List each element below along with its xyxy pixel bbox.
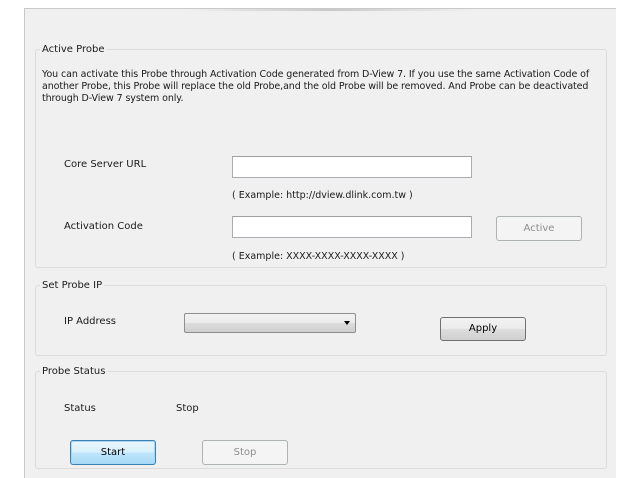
active-button[interactable]: Active xyxy=(496,216,582,241)
status-value: Stop xyxy=(176,403,199,414)
active-probe-description: You can activate this Probe through Acti… xyxy=(42,69,590,104)
ip-address-dropdown[interactable] xyxy=(184,313,356,333)
set-probe-ip-group: Set Probe IP IP Address Apply xyxy=(35,279,607,356)
apply-button[interactable]: Apply xyxy=(440,317,526,341)
active-probe-title: Active Probe xyxy=(40,43,107,56)
set-probe-ip-title: Set Probe IP xyxy=(40,279,105,292)
activation-code-example: ( Example: XXXX-XXXX-XXXX-XXXX ) xyxy=(232,251,405,262)
top-edge-shadow xyxy=(185,9,475,11)
active-probe-group: Active Probe You can activate this Probe… xyxy=(35,43,607,268)
core-server-url-label: Core Server URL xyxy=(64,159,147,170)
activation-code-input[interactable] xyxy=(232,216,472,238)
status-label: Status xyxy=(64,403,96,414)
probe-status-title: Probe Status xyxy=(40,365,108,378)
probe-status-group: Probe Status Status Stop Start Stop xyxy=(35,365,607,469)
core-server-url-example: ( Example: http://dview.dlink.com.tw ) xyxy=(232,190,413,201)
probe-settings-panel: Active Probe You can activate this Probe… xyxy=(24,8,616,478)
core-server-url-input[interactable] xyxy=(232,156,472,178)
start-button[interactable]: Start xyxy=(70,440,156,465)
chevron-down-icon xyxy=(344,321,350,325)
activation-code-label: Activation Code xyxy=(64,221,143,232)
stop-button[interactable]: Stop xyxy=(202,440,288,465)
ip-address-label: IP Address xyxy=(64,316,116,327)
